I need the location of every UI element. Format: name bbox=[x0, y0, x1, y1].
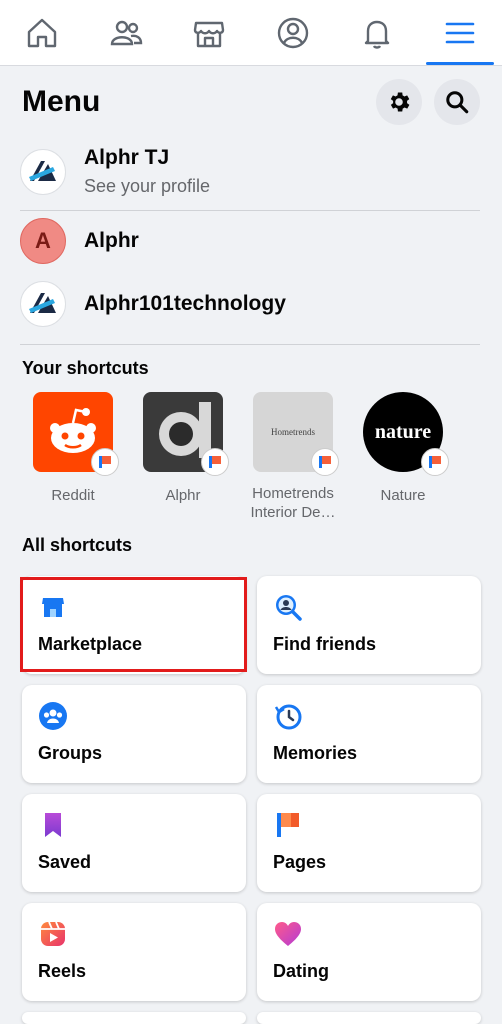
groups-icon bbox=[39, 702, 67, 730]
tab-marketplace[interactable] bbox=[167, 0, 251, 65]
tab-menu[interactable] bbox=[418, 0, 502, 65]
page-row-alphr[interactable]: A Alphr bbox=[20, 218, 480, 264]
avatar: A bbox=[20, 218, 66, 264]
store-icon bbox=[193, 21, 225, 47]
flag-icon bbox=[319, 456, 331, 468]
your-shortcuts-heading: Your shortcuts bbox=[22, 358, 149, 378]
page-name: Alphr bbox=[84, 229, 139, 252]
card-partial[interactable] bbox=[22, 1012, 246, 1024]
card-label: Dating bbox=[273, 961, 329, 981]
alphr-logo-icon bbox=[29, 293, 56, 313]
home-icon bbox=[27, 18, 57, 47]
alphr-logo-icon bbox=[29, 160, 56, 181]
shortcut-nature[interactable]: nature Nature bbox=[348, 392, 458, 505]
tab-friends[interactable] bbox=[84, 0, 168, 65]
card-dating[interactable]: Dating bbox=[257, 903, 481, 1001]
page-row-alphr101technology[interactable]: Alphr101technology bbox=[20, 281, 480, 327]
nature-logo-text: nature bbox=[374, 420, 432, 443]
card-label: Groups bbox=[38, 743, 103, 763]
pages-icon bbox=[277, 813, 299, 837]
marketplace-icon bbox=[42, 598, 64, 617]
page-badge bbox=[201, 448, 229, 476]
hometrends-logo-text: Hometrends bbox=[271, 427, 315, 437]
nature-logo: nature bbox=[363, 392, 449, 476]
card-label: Marketplace bbox=[38, 634, 143, 654]
card-label: Pages bbox=[273, 852, 327, 872]
search-button[interactable] bbox=[434, 79, 480, 125]
shortcut-reddit[interactable]: Reddit bbox=[18, 392, 128, 505]
shortcuts-row: Reddit Alphr Hometrends Hometrends Inter… bbox=[18, 392, 488, 527]
card-label: Reels bbox=[38, 961, 87, 981]
tab-profile[interactable] bbox=[251, 0, 335, 65]
card-label: Saved bbox=[38, 852, 92, 872]
card-marketplace[interactable]: Marketplace bbox=[22, 576, 246, 674]
flag-icon bbox=[99, 456, 111, 468]
saved-icon bbox=[45, 813, 61, 837]
search-icon bbox=[446, 91, 469, 114]
divider bbox=[20, 210, 480, 211]
card-label: Find friends bbox=[273, 634, 376, 654]
card-pages[interactable]: Pages bbox=[257, 794, 481, 892]
flag-icon bbox=[429, 456, 441, 468]
card-partial[interactable] bbox=[257, 1012, 481, 1024]
card-groups[interactable]: Groups bbox=[22, 685, 246, 783]
shortcut-alphr[interactable]: Alphr bbox=[128, 392, 238, 505]
card-label: Memories bbox=[273, 743, 358, 763]
page-name: Alphr101technology bbox=[84, 292, 286, 315]
alphr-shortcut-logo bbox=[143, 392, 229, 476]
tab-notifications[interactable] bbox=[335, 0, 419, 65]
bell-icon bbox=[364, 20, 389, 49]
shortcut-hometrends[interactable]: Hometrends Hometrends Interior De… bbox=[238, 392, 348, 522]
shortcut-label: Reddit bbox=[51, 487, 95, 504]
gear-icon bbox=[390, 92, 410, 112]
tab-home[interactable] bbox=[0, 0, 84, 65]
top-navigation bbox=[0, 0, 502, 66]
profile-subtitle: See your profile bbox=[84, 176, 211, 196]
menu-icon bbox=[445, 22, 475, 43]
card-reels[interactable]: Reels bbox=[22, 903, 246, 1001]
all-shortcuts-heading: All shortcuts bbox=[22, 535, 133, 555]
shortcut-label: Nature bbox=[380, 487, 426, 504]
reddit-logo bbox=[33, 392, 119, 476]
avatar bbox=[20, 148, 66, 195]
settings-button[interactable] bbox=[376, 79, 422, 125]
memories-icon bbox=[274, 704, 302, 730]
flag-icon bbox=[209, 456, 221, 468]
card-find-friends[interactable]: Find friends bbox=[257, 576, 481, 674]
profile-row[interactable]: Alphr TJ See your profile bbox=[20, 146, 480, 197]
page-badge bbox=[421, 448, 449, 476]
menu-header: Menu bbox=[0, 66, 502, 138]
friends-icon bbox=[110, 20, 142, 45]
profile-name: Alphr TJ bbox=[84, 146, 170, 169]
hometrends-logo: Hometrends bbox=[253, 392, 339, 476]
profile-icon bbox=[277, 17, 309, 48]
dating-icon bbox=[275, 922, 301, 946]
find-friends-icon bbox=[276, 595, 302, 621]
page-badge bbox=[91, 448, 119, 476]
divider bbox=[20, 344, 480, 345]
card-memories[interactable]: Memories bbox=[257, 685, 481, 783]
shortcut-label: Alphr bbox=[165, 487, 201, 504]
page-title: Menu bbox=[22, 85, 101, 118]
avatar bbox=[20, 281, 66, 327]
reels-icon bbox=[41, 921, 65, 946]
shortcut-label: Hometrends Interior De… bbox=[250, 485, 336, 521]
card-saved[interactable]: Saved bbox=[22, 794, 246, 892]
page-badge bbox=[311, 448, 339, 476]
